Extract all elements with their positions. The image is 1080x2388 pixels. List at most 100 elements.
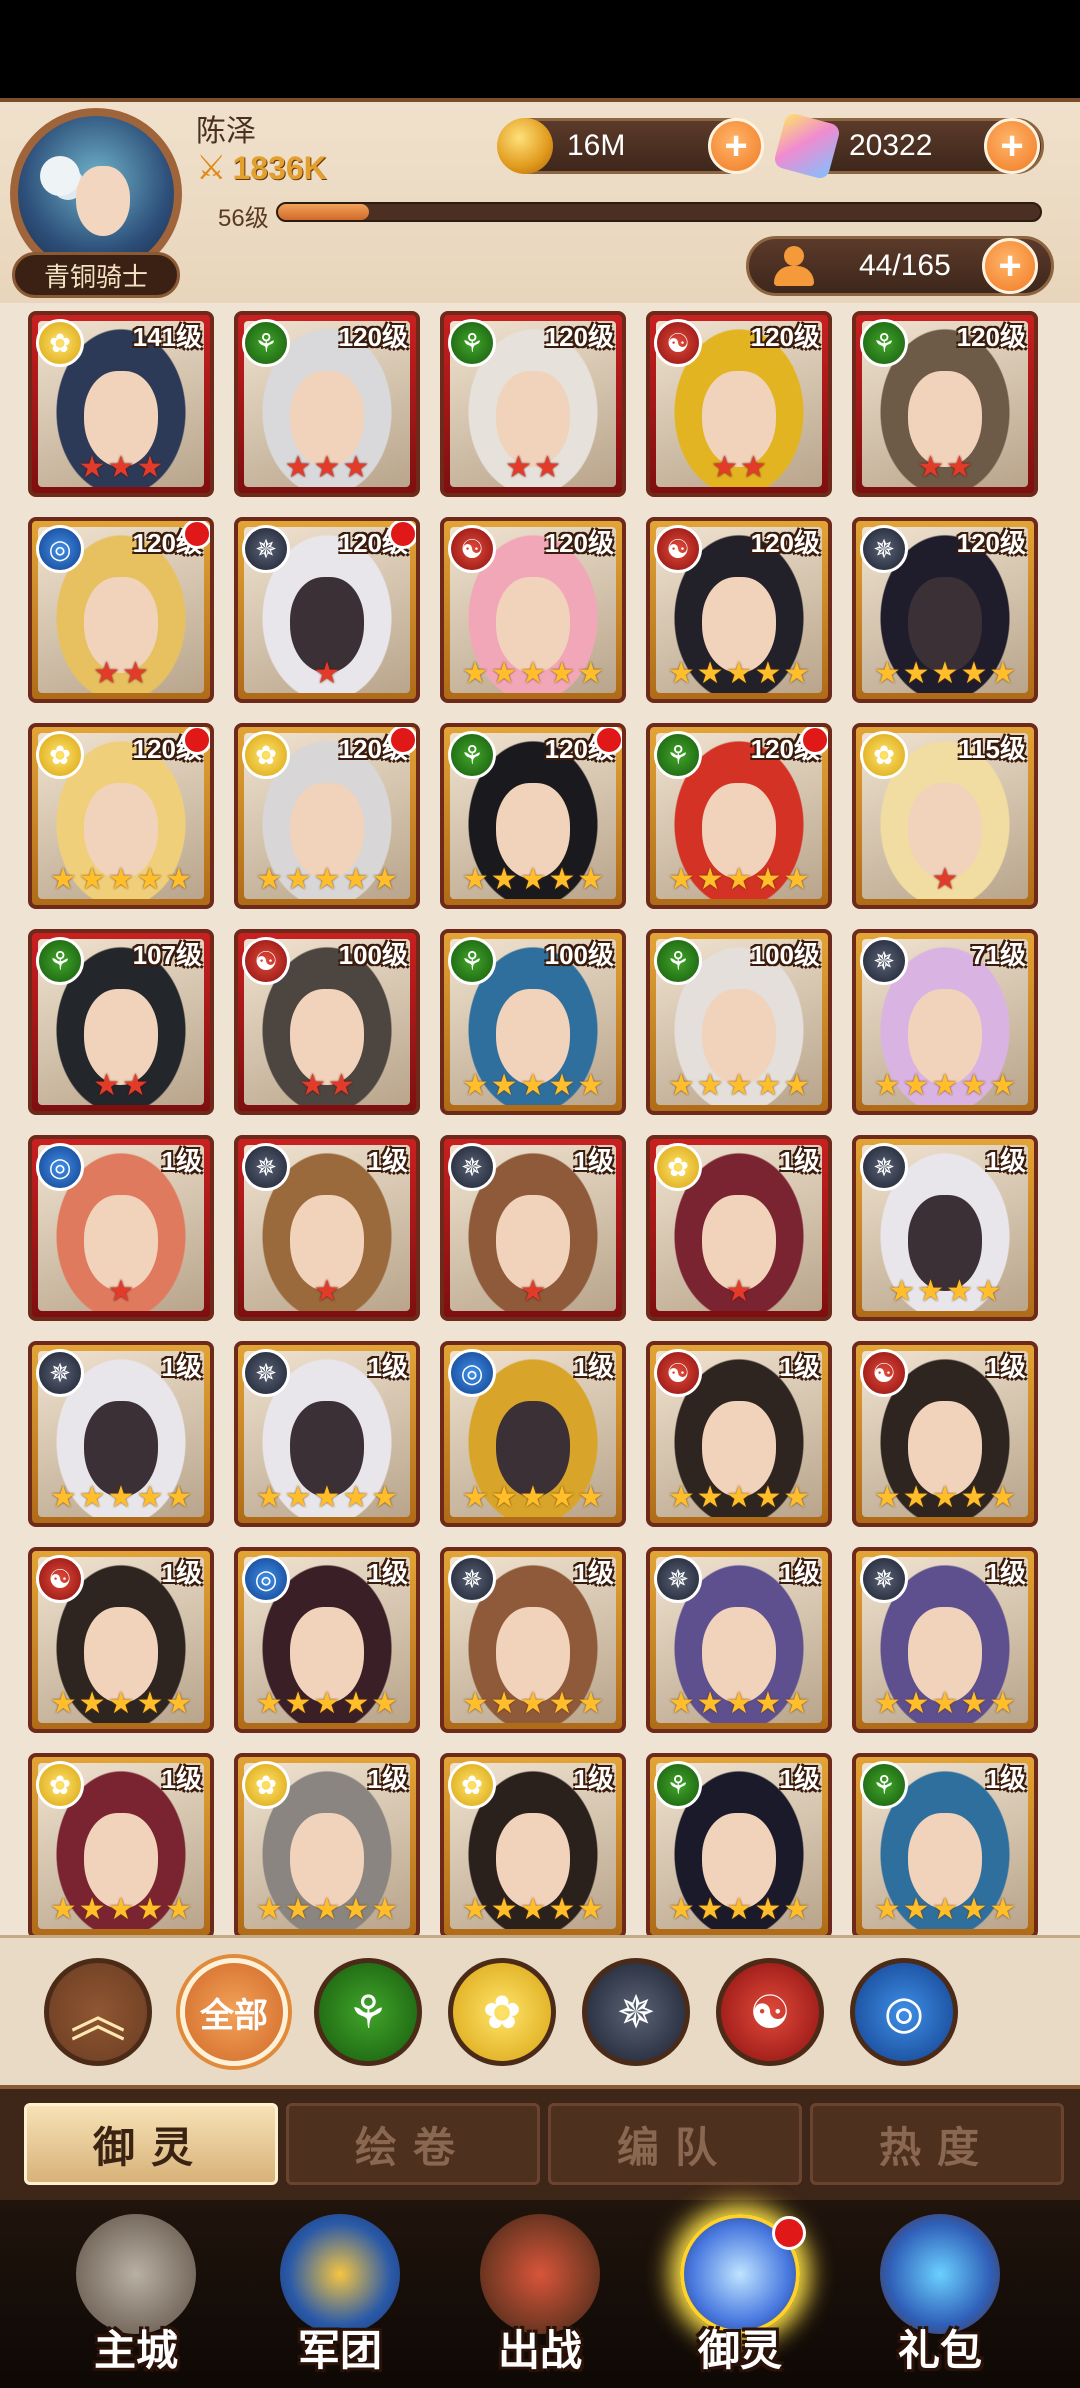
water-faction-icon[interactable]: ◎ bbox=[850, 1958, 958, 2066]
star-icon: ★ bbox=[255, 1687, 283, 1720]
hero-card[interactable]: ✿ 1级 ★ bbox=[646, 1135, 832, 1321]
star-icon: ★ bbox=[960, 1069, 988, 1102]
hero-card[interactable]: ⚘ 107级 ★ ★ bbox=[28, 929, 214, 1115]
hero-card[interactable]: ☯ 120级 ★ ★ ★ ★ ★ bbox=[440, 517, 626, 703]
hero-card[interactable]: ⚘ 120级 ★ ★ bbox=[852, 311, 1038, 497]
star-icon: ★ bbox=[931, 1481, 959, 1514]
nav-heroes-label: 御灵 bbox=[697, 2327, 782, 2374]
hero-card[interactable]: ⚘ 100级 ★ ★ ★ ★ ★ bbox=[440, 929, 626, 1115]
star-icon: ★ bbox=[255, 1893, 283, 1926]
hero-card[interactable]: ☯ 120级 ★ ★ ★ ★ ★ bbox=[646, 517, 832, 703]
tab-formation[interactable]: 编队 bbox=[548, 2103, 802, 2185]
hero-card[interactable]: ⚘ 120级 ★ ★ bbox=[440, 311, 626, 497]
tab-popularity[interactable]: 热度 bbox=[810, 2103, 1064, 2185]
hero-card[interactable]: ✵ 120级 ★ ★ ★ ★ ★ bbox=[852, 517, 1038, 703]
nature-faction-icon: ⚘ bbox=[654, 937, 702, 985]
holy-faction-icon[interactable]: ✿ bbox=[448, 1958, 556, 2066]
fire-faction-icon: ☯ bbox=[242, 937, 290, 985]
add-hero-slots-button[interactable]: + bbox=[982, 238, 1038, 294]
star-icon: ★ bbox=[725, 1893, 753, 1926]
hero-card[interactable]: ✵ 1级 ★ bbox=[234, 1135, 420, 1321]
star-icon: ★ bbox=[93, 1069, 120, 1102]
hero-star-rating: ★ ★ ★ ★ ★ bbox=[650, 1071, 828, 1101]
nature-faction-icon[interactable]: ⚘ bbox=[314, 1958, 422, 2066]
chevron-double-up-icon[interactable]: ︽ bbox=[44, 1958, 152, 2066]
hero-card[interactable]: ◎ 1级 ★ ★ ★ ★ ★ bbox=[440, 1341, 626, 1527]
hero-star-rating: ★ ★ ★ ★ ★ bbox=[444, 1483, 622, 1513]
hero-card[interactable]: ✿ 115级 ★ bbox=[852, 723, 1038, 909]
nav-gift-pack[interactable]: 礼包 bbox=[850, 2210, 1030, 2382]
star-icon: ★ bbox=[136, 451, 164, 484]
hero-star-rating: ★ ★ ★ ★ ★ bbox=[444, 865, 622, 895]
star-icon: ★ bbox=[960, 1893, 988, 1926]
hero-level: 1级 bbox=[985, 1764, 1026, 1794]
hero-card[interactable]: ☯ 1级 ★ ★ ★ ★ ★ bbox=[28, 1547, 214, 1733]
star-icon: ★ bbox=[989, 1687, 1017, 1720]
star-icon: ★ bbox=[519, 1481, 547, 1514]
star-icon: ★ bbox=[725, 1275, 753, 1308]
hero-card[interactable]: ✵ 1级 ★ bbox=[440, 1135, 626, 1321]
hero-card[interactable]: ☯ 100级 ★ ★ bbox=[234, 929, 420, 1115]
star-icon: ★ bbox=[577, 1687, 605, 1720]
section-tabs: 御灵 绘卷 编队 热度 bbox=[0, 2085, 1080, 2200]
dark-faction-icon[interactable]: ✵ bbox=[582, 1958, 690, 2066]
star-icon: ★ bbox=[696, 1069, 724, 1102]
hero-card[interactable]: ◎ 120级 ★ ★ bbox=[28, 517, 214, 703]
hero-star-rating: ★ ★ ★ ★ ★ bbox=[856, 1483, 1034, 1513]
hero-card[interactable]: ◎ 1级 ★ ★ ★ ★ ★ bbox=[234, 1547, 420, 1733]
hero-card[interactable]: ✵ 120级 ★ bbox=[234, 517, 420, 703]
add-gems-button[interactable]: + bbox=[984, 118, 1040, 174]
filter-all-button[interactable]: 全部 bbox=[180, 1958, 288, 2066]
hero-card[interactable]: ⚘ 120级 ★ ★ ★ ★ ★ bbox=[440, 723, 626, 909]
hero-card[interactable]: ✵ 1级 ★ ★ ★ ★ ★ bbox=[234, 1341, 420, 1527]
star-icon: ★ bbox=[725, 657, 753, 690]
hero-card[interactable]: ✿ 1级 ★ ★ ★ ★ ★ bbox=[440, 1753, 626, 1939]
hero-card[interactable]: ✵ 71级 ★ ★ ★ ★ ★ bbox=[852, 929, 1038, 1115]
hero-card[interactable]: ⚘ 100级 ★ ★ ★ ★ ★ bbox=[646, 929, 832, 1115]
hero-card[interactable]: ✿ 1级 ★ ★ ★ ★ ★ bbox=[234, 1753, 420, 1939]
notification-dot bbox=[594, 727, 622, 755]
person-icon bbox=[772, 246, 816, 286]
hero-card[interactable]: ◎ 1级 ★ bbox=[28, 1135, 214, 1321]
nav-heroes[interactable]: 御灵 bbox=[650, 2210, 830, 2382]
star-icon: ★ bbox=[107, 1687, 135, 1720]
nav-legion-label: 军团 bbox=[297, 2327, 382, 2374]
star-icon: ★ bbox=[519, 1893, 547, 1926]
hero-card[interactable]: ✵ 1级 ★ ★ ★ ★ bbox=[852, 1135, 1038, 1321]
star-icon: ★ bbox=[490, 657, 518, 690]
hero-card[interactable]: ✿ 120级 ★ ★ ★ ★ ★ bbox=[28, 723, 214, 909]
hero-level: 120级 bbox=[338, 322, 408, 352]
nature-faction-icon: ⚘ bbox=[654, 731, 702, 779]
hero-star-rating: ★ ★ bbox=[444, 453, 622, 483]
hero-card[interactable]: ✵ 1级 ★ ★ ★ ★ ★ bbox=[28, 1341, 214, 1527]
star-icon: ★ bbox=[136, 1687, 164, 1720]
tab-heroes[interactable]: 御灵 bbox=[24, 2103, 278, 2185]
hero-card[interactable]: ⚘ 1级 ★ ★ ★ ★ ★ bbox=[646, 1753, 832, 1939]
nature-faction-icon: ⚘ bbox=[654, 1761, 702, 1809]
hero-card[interactable]: ✵ 1级 ★ ★ ★ ★ ★ bbox=[646, 1547, 832, 1733]
add-coins-button[interactable]: + bbox=[708, 118, 764, 174]
tab-gallery[interactable]: 绘卷 bbox=[286, 2103, 540, 2185]
hero-card[interactable]: ✿ 1级 ★ ★ ★ ★ ★ bbox=[28, 1753, 214, 1939]
fire-faction-icon: ☯ bbox=[654, 319, 702, 367]
shop-icon bbox=[880, 2214, 1000, 2334]
nav-legion[interactable]: 军团 bbox=[250, 2210, 430, 2382]
star-icon: ★ bbox=[136, 1893, 164, 1926]
dark-faction-icon: ✵ bbox=[36, 1349, 84, 1397]
nav-battle[interactable]: 出战 bbox=[450, 2210, 630, 2382]
hero-card[interactable]: ☯ 120级 ★ ★ bbox=[646, 311, 832, 497]
hero-card[interactable]: ⚘ 120级 ★ ★ ★ ★ ★ bbox=[646, 723, 832, 909]
hero-card[interactable]: ✵ 1级 ★ ★ ★ ★ ★ bbox=[852, 1547, 1038, 1733]
fire-faction-icon[interactable]: ☯ bbox=[716, 1958, 824, 2066]
hero-grid-area: ✿ 141级 ★ ★ ★ ⚘ 120级 ★ ★ ★ ⚘ 120级 ★ ★ ☯ 120级 ★ ★ ⚘ 120级 ★ ★ ◎ 12… bbox=[0, 303, 1080, 1939]
nav-main-city[interactable]: 主城 bbox=[46, 2210, 226, 2382]
hero-card[interactable]: ✿ 141级 ★ ★ ★ bbox=[28, 311, 214, 497]
hero-card[interactable]: ⚘ 1级 ★ ★ ★ ★ ★ bbox=[852, 1753, 1038, 1939]
hero-card[interactable]: ✵ 1级 ★ ★ ★ ★ ★ bbox=[440, 1547, 626, 1733]
hero-card[interactable]: ✿ 120级 ★ ★ ★ ★ ★ bbox=[234, 723, 420, 909]
hero-card[interactable]: ☯ 1级 ★ ★ ★ ★ ★ bbox=[852, 1341, 1038, 1527]
hero-card[interactable]: ⚘ 120级 ★ ★ ★ bbox=[234, 311, 420, 497]
hero-card[interactable]: ☯ 1级 ★ ★ ★ ★ ★ bbox=[646, 1341, 832, 1527]
hero-level: 1级 bbox=[573, 1764, 614, 1794]
star-icon: ★ bbox=[754, 657, 782, 690]
